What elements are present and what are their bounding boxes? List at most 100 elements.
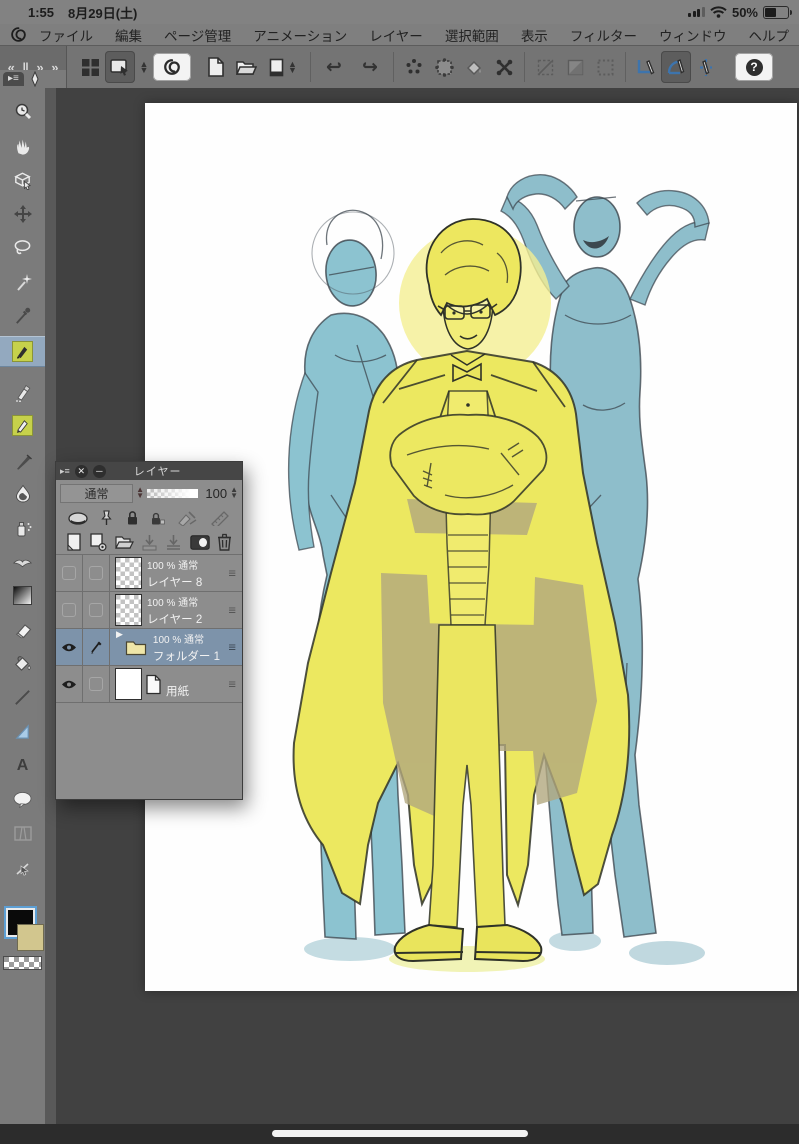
eye-icon (62, 643, 76, 651)
lock-transparent-icon[interactable] (151, 510, 165, 526)
pointer-window-button[interactable] (105, 51, 135, 83)
new-layer-icon[interactable] (66, 533, 82, 551)
clip-studio-logo-icon[interactable] (10, 26, 27, 43)
snap-to-special-ruler-button[interactable] (661, 51, 691, 83)
drag-handle-icon[interactable]: ≡ (228, 640, 236, 655)
layer-name[interactable]: レイヤー 2 (147, 611, 202, 627)
tool-eyedropper[interactable] (0, 300, 45, 331)
layer-thumbnail[interactable] (116, 669, 141, 699)
palette-menu-icon[interactable]: ▸≡ (60, 466, 70, 477)
minimize-icon[interactable]: ─ (92, 464, 106, 478)
tool-operate[interactable] (0, 164, 45, 195)
tool-gradient[interactable] (0, 580, 45, 611)
background-color-swatch[interactable] (17, 924, 44, 951)
mask-area-icon[interactable] (68, 511, 88, 525)
transform-button[interactable] (489, 51, 519, 83)
snap-ruler-icon (637, 59, 654, 74)
tool-decoration[interactable] (0, 546, 45, 577)
opacity-slider[interactable] (147, 488, 199, 498)
canvas-size-spinner[interactable]: ▲ ▼ (135, 51, 153, 83)
close-icon[interactable]: ✕ (74, 464, 88, 478)
menu-selection[interactable]: 選択範囲 (445, 25, 499, 45)
visibility-toggle[interactable] (56, 555, 83, 591)
visibility-toggle[interactable] (56, 629, 83, 665)
snap-to-ruler-button[interactable] (631, 51, 661, 83)
new-canvas-button[interactable] (201, 51, 231, 83)
tool-balloon[interactable] (0, 784, 45, 815)
tool-zoom[interactable] (0, 96, 45, 127)
page-switcher[interactable]: ▲ ▼ (261, 51, 305, 83)
layer-mask-icon[interactable] (190, 534, 210, 550)
tool-frame-border[interactable] (0, 818, 45, 849)
tool-eraser[interactable] (0, 614, 45, 645)
transparent-color-swatch[interactable] (3, 956, 42, 970)
visibility-toggle[interactable] (56, 592, 83, 628)
menu-layer[interactable]: レイヤー (369, 25, 423, 45)
tool-pen[interactable] (0, 336, 45, 367)
tool-text[interactable]: A (0, 750, 45, 781)
blend-mode-dropdown[interactable]: 通常 (60, 483, 134, 503)
tool-ruler[interactable] (0, 716, 45, 747)
layer-palette-title: レイヤー (133, 466, 182, 478)
lock-icon[interactable] (126, 510, 139, 526)
layer-row-layer2[interactable]: 100 % 通常 レイヤー 2 ≡ (56, 592, 242, 629)
menu-page-manage[interactable]: ページ管理 (164, 25, 231, 45)
open-file-button[interactable] (231, 51, 261, 83)
palette-menu-icon[interactable]: ▸≡ (3, 72, 24, 86)
workspace-grid-button[interactable] (75, 51, 105, 83)
opacity-spinner[interactable]: ▲ ▼ (230, 486, 238, 499)
tool-auto-select[interactable] (0, 266, 45, 297)
layer-name[interactable]: 用紙 (166, 683, 189, 699)
home-indicator[interactable] (272, 1130, 528, 1137)
layer-thumbnail[interactable] (116, 595, 141, 625)
visibility-toggle[interactable] (56, 666, 83, 702)
select-marquee-button[interactable] (429, 51, 459, 83)
undo-button[interactable]: ↩ (316, 51, 352, 83)
new-layer-settings-icon[interactable] (89, 533, 107, 551)
menu-edit[interactable]: 編集 (115, 25, 142, 45)
menu-window[interactable]: ウィンドウ (659, 25, 727, 45)
menu-animation[interactable]: アニメーション (253, 25, 347, 45)
menu-file[interactable]: ファイル (39, 25, 93, 45)
layer-thumbnail[interactable] (116, 558, 141, 588)
tool-move-layer[interactable] (0, 198, 45, 229)
folder-disclosure-icon[interactable]: ▶ (116, 629, 123, 665)
layer-name[interactable]: フォルダー 1 (153, 648, 220, 664)
tool-fill[interactable] (0, 648, 45, 679)
trash-icon[interactable] (217, 533, 232, 551)
layer-palette-titlebar[interactable]: ▸≡ ✕ ─ レイヤー (56, 462, 242, 480)
tool-pencil[interactable] (0, 410, 45, 441)
menu-view[interactable]: 表示 (521, 25, 548, 45)
tool-palette-tab[interactable]: ▸≡ (0, 70, 66, 88)
edit-indicator[interactable] (83, 629, 110, 665)
layer-name[interactable]: レイヤー 8 (147, 574, 202, 590)
drag-handle-icon[interactable]: ≡ (228, 603, 236, 618)
redo-button[interactable]: ↪ (352, 51, 388, 83)
tool-watercolor[interactable] (0, 478, 45, 509)
opacity-value: 100 (205, 485, 228, 501)
tool-brush[interactable] (0, 444, 45, 475)
drag-handle-icon[interactable]: ≡ (228, 566, 236, 581)
clip-pin-icon[interactable] (100, 510, 113, 526)
blend-mode-spinner[interactable]: ▲ ▼ (136, 486, 144, 499)
deselect-button[interactable] (399, 51, 429, 83)
tool-hand[interactable] (0, 130, 45, 161)
tool-marker[interactable] (0, 376, 45, 407)
menu-help[interactable]: ヘルプ (749, 25, 790, 45)
tool-lasso[interactable] (0, 232, 45, 263)
snap-to-grid-button[interactable] (691, 51, 721, 83)
layer-row-layer8[interactable]: 100 % 通常 レイヤー 8 ≡ (56, 555, 242, 592)
layer-row-folder1[interactable]: ▶ 100 % 通常 フォルダー 1 ≡ (56, 629, 242, 666)
clip-studio-home-button[interactable] (153, 53, 191, 81)
balloon-icon (13, 791, 32, 808)
drag-handle-icon[interactable]: ≡ (228, 677, 236, 692)
tool-figure[interactable] (0, 682, 45, 713)
new-folder-icon[interactable] (114, 534, 134, 551)
help-button[interactable]: ? (735, 53, 773, 81)
fill-selection-button[interactable] (459, 51, 489, 83)
pencil-icon (16, 420, 28, 433)
tool-airbrush[interactable] (0, 512, 45, 543)
tool-correct-line[interactable] (0, 852, 45, 883)
layer-row-paper[interactable]: 用紙 ≡ (56, 666, 242, 703)
menu-filter[interactable]: フィルター (570, 25, 637, 45)
